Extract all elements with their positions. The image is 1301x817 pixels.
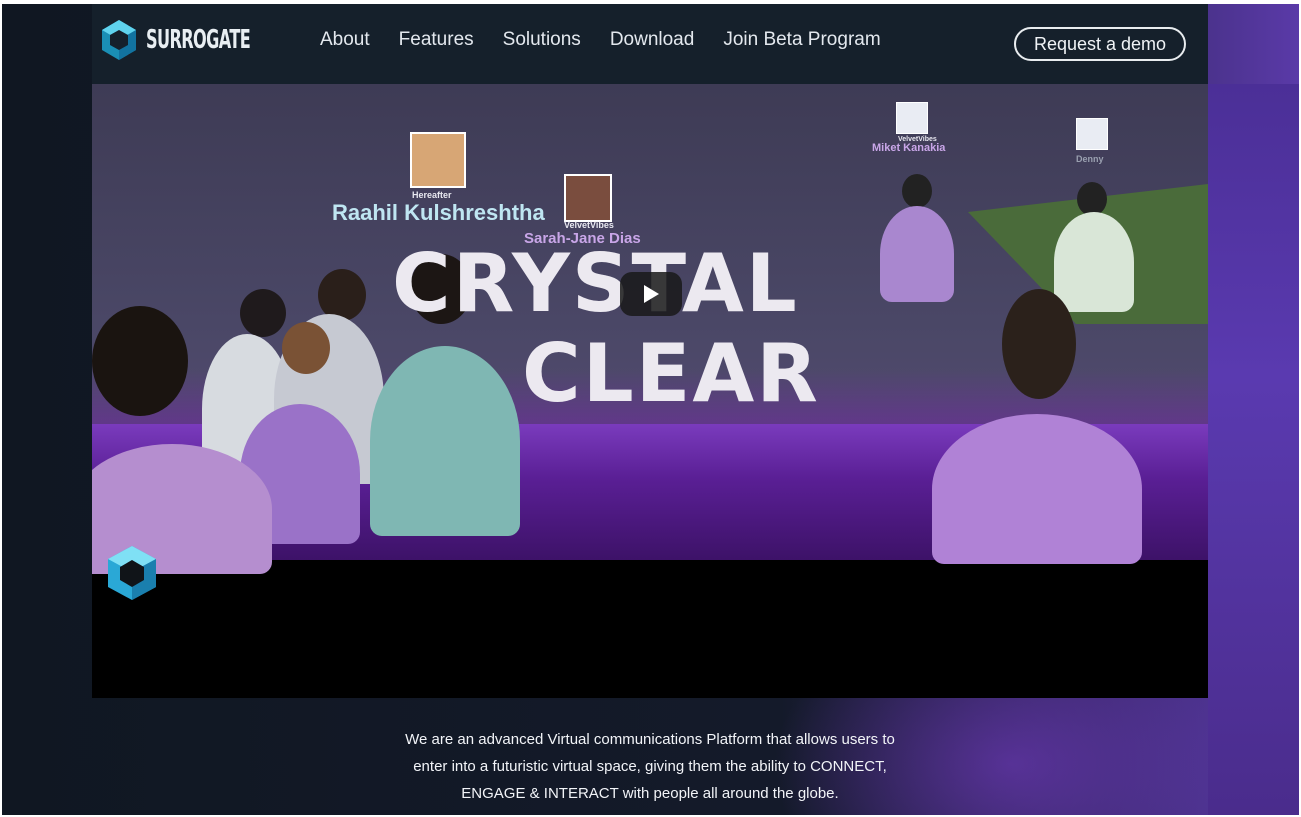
participant-name: Miket Kanakia <box>872 142 946 154</box>
main-nav: About Features Solutions Download Join B… <box>320 29 910 51</box>
video-player[interactable]: CRYSTAL CLEAR Hereafter Raahil Kulshresh… <box>92 84 1208 698</box>
tagline-line: enter into a futuristic virtual space, g… <box>413 758 887 775</box>
cube-logo-icon <box>102 20 136 60</box>
participant-handle: VelvetVibes <box>564 220 614 230</box>
brand-name: SURROGATE <box>146 25 251 55</box>
nav-about[interactable]: About <box>320 29 370 51</box>
video-watermark <box>106 544 158 607</box>
avatar-head <box>282 322 330 374</box>
participant-name: Raahil Kulshreshtha <box>332 200 545 225</box>
participant-avatar-placeholder <box>1076 118 1108 150</box>
logo[interactable]: SURROGATE <box>100 18 314 62</box>
video-thumbnail: CRYSTAL CLEAR Hereafter Raahil Kulshresh… <box>92 84 1208 574</box>
nav-download[interactable]: Download <box>610 29 695 51</box>
tagline: We are an advanced Virtual communication… <box>352 726 948 807</box>
avatar <box>880 206 954 302</box>
participant-portrait <box>564 174 612 222</box>
request-demo-button[interactable]: Request a demo <box>1014 27 1186 61</box>
participant-handle: Hereafter <box>412 190 452 200</box>
avatar-head <box>1002 289 1076 399</box>
avatar <box>932 414 1142 564</box>
tagline-line: ENGAGE & INTERACT with people all around… <box>461 785 839 802</box>
avatar <box>1054 212 1134 312</box>
participant-avatar-placeholder <box>896 102 928 134</box>
participant-name: Denny <box>1076 154 1104 164</box>
participant-name: Sarah-Jane Dias <box>524 230 641 247</box>
nav-solutions[interactable]: Solutions <box>503 29 581 51</box>
tagline-line: We are an advanced Virtual communication… <box>405 731 895 748</box>
avatar-head <box>240 289 286 337</box>
page: SURROGATE About Features Solutions Downl… <box>2 4 1299 815</box>
video-title-line2: CLEAR <box>522 327 820 420</box>
cube-logo-icon <box>108 546 156 600</box>
video-title-line1: CRYSTAL <box>392 237 799 330</box>
avatar-head <box>1077 182 1107 216</box>
nav-features[interactable]: Features <box>399 29 474 51</box>
play-button[interactable] <box>620 272 682 316</box>
nav-join-beta[interactable]: Join Beta Program <box>723 29 880 51</box>
avatar-head <box>902 174 932 208</box>
play-icon <box>644 285 659 303</box>
avatar-head <box>92 306 188 416</box>
background-glow <box>1208 84 1299 815</box>
participant-portrait <box>410 132 466 188</box>
avatar <box>370 346 520 536</box>
